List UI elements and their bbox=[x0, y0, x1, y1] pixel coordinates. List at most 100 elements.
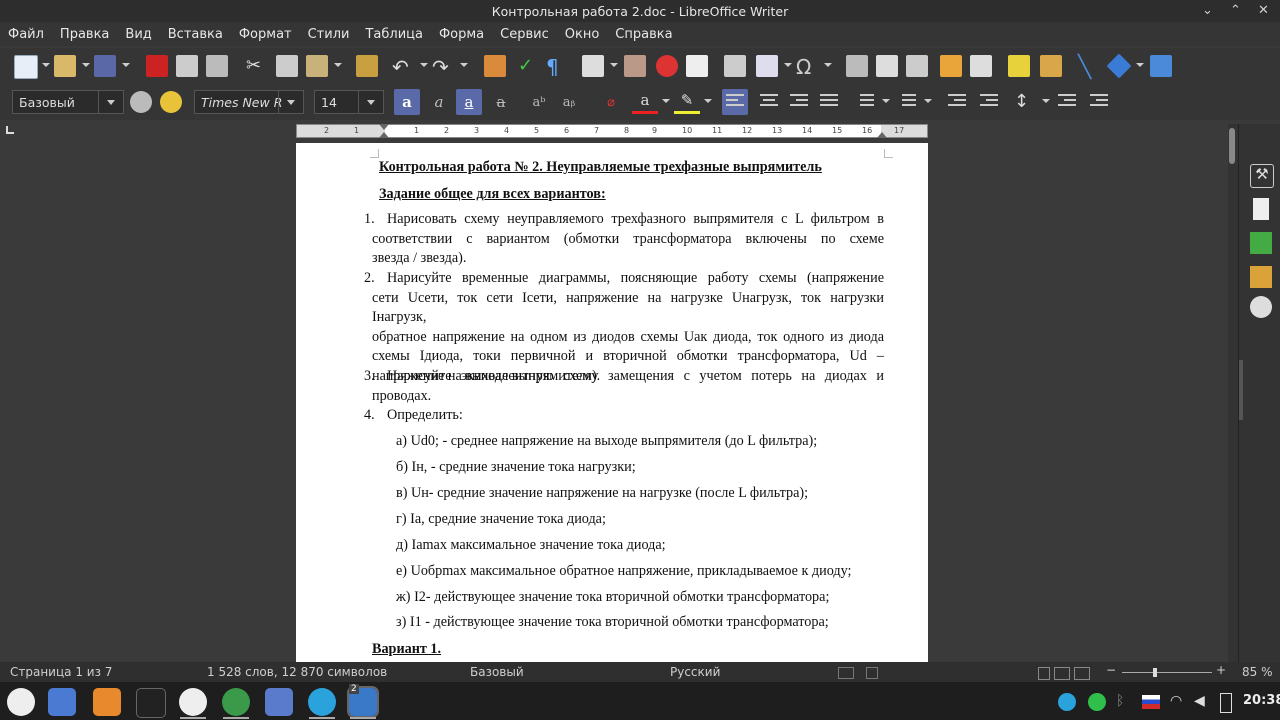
sidebar-collapse-handle[interactable] bbox=[1239, 360, 1243, 420]
show-desktop-icon[interactable] bbox=[48, 688, 76, 716]
scrollbar-thumb[interactable] bbox=[1229, 128, 1235, 164]
clear-formatting-button[interactable]: ⌀ bbox=[598, 89, 624, 115]
app-launcher-icon[interactable] bbox=[93, 688, 121, 716]
menu-window[interactable]: Окно bbox=[557, 27, 608, 42]
insert-line-icon[interactable]: ╲ bbox=[1078, 55, 1100, 80]
hyperlink-icon[interactable] bbox=[846, 55, 868, 77]
menu-help[interactable]: Справка bbox=[607, 27, 680, 42]
left-indent-marker[interactable] bbox=[379, 132, 389, 138]
undo-icon[interactable]: ↶ bbox=[392, 55, 414, 79]
telegram-icon[interactable] bbox=[308, 688, 336, 716]
special-character-icon[interactable]: Ω bbox=[796, 55, 818, 79]
line-spacing-dropdown-icon[interactable] bbox=[1042, 99, 1050, 103]
open-dropdown-icon[interactable] bbox=[82, 63, 90, 67]
mint-menu-icon[interactable] bbox=[7, 688, 35, 716]
decrease-indent-icon[interactable] bbox=[980, 94, 998, 110]
bluetooth-icon[interactable]: ᛒ bbox=[1116, 693, 1134, 711]
document-area[interactable]: Контрольная работа № 2. Неуправляемые тр… bbox=[0, 140, 1228, 662]
chevron-down-icon[interactable] bbox=[98, 91, 123, 113]
draw-functions-icon[interactable] bbox=[1150, 55, 1172, 77]
zoom-slider[interactable] bbox=[1122, 668, 1212, 677]
bookmark-icon[interactable] bbox=[940, 55, 962, 77]
tab-stop-icon[interactable] bbox=[6, 126, 14, 134]
paragraph-style-select[interactable]: Базовый bbox=[12, 90, 124, 114]
decrease-paragraph-spacing-icon[interactable] bbox=[1090, 94, 1108, 110]
increase-paragraph-spacing-icon[interactable] bbox=[1058, 94, 1076, 110]
menu-table[interactable]: Таблица bbox=[357, 27, 431, 42]
align-left-button[interactable] bbox=[722, 89, 748, 115]
new-style-icon[interactable] bbox=[160, 91, 182, 113]
cross-reference-icon[interactable] bbox=[970, 55, 992, 77]
chrome-icon[interactable] bbox=[222, 688, 250, 716]
styles-icon[interactable] bbox=[1250, 232, 1272, 254]
redo-icon[interactable]: ↷ bbox=[432, 55, 454, 79]
menu-tools[interactable]: Сервис bbox=[492, 27, 557, 42]
insert-image-icon[interactable] bbox=[624, 55, 646, 77]
first-line-indent-marker[interactable] bbox=[379, 124, 389, 130]
menu-styles[interactable]: Стили bbox=[300, 27, 358, 42]
menu-edit[interactable]: Правка bbox=[52, 27, 117, 42]
save-icon[interactable] bbox=[94, 55, 116, 77]
insert-field-icon[interactable] bbox=[756, 55, 778, 77]
zoom-level[interactable]: 85 % bbox=[1242, 665, 1273, 679]
font-color-button[interactable]: a bbox=[632, 89, 658, 114]
menu-form[interactable]: Форма bbox=[431, 27, 492, 42]
menu-format[interactable]: Формат bbox=[231, 27, 300, 42]
book-view-icon[interactable] bbox=[1074, 667, 1090, 680]
undo-dropdown-icon[interactable] bbox=[420, 63, 428, 67]
wifi-icon[interactable]: ◠ bbox=[1170, 693, 1188, 711]
selection-mode-icon[interactable] bbox=[838, 667, 854, 679]
bold-button[interactable]: a bbox=[394, 89, 420, 115]
export-pdf-icon[interactable] bbox=[146, 55, 168, 77]
footnote-icon[interactable] bbox=[876, 55, 898, 77]
navigator-icon[interactable] bbox=[1250, 296, 1272, 318]
chevron-down-icon[interactable] bbox=[358, 91, 383, 113]
battery-icon[interactable] bbox=[1220, 693, 1232, 713]
page-icon[interactable] bbox=[1253, 198, 1269, 220]
print-icon[interactable] bbox=[176, 55, 198, 77]
font-size-select[interactable]: 14 bbox=[314, 90, 384, 114]
find-replace-icon[interactable] bbox=[484, 55, 506, 77]
new-dropdown-icon[interactable] bbox=[42, 63, 50, 67]
track-changes-icon[interactable] bbox=[1040, 55, 1062, 77]
formatting-marks-icon[interactable]: ¶ bbox=[546, 55, 568, 79]
ordered-list-dropdown-icon[interactable] bbox=[924, 99, 932, 103]
menu-file[interactable]: Файл bbox=[0, 27, 52, 42]
highlight-button[interactable]: ✎ bbox=[674, 89, 700, 114]
minimize-icon[interactable]: ⌄ bbox=[1202, 3, 1213, 18]
print-preview-icon[interactable] bbox=[206, 55, 228, 77]
cut-icon[interactable]: ✂ bbox=[246, 55, 268, 77]
zoom-slider-knob[interactable] bbox=[1153, 668, 1157, 677]
single-page-view-icon[interactable] bbox=[1038, 667, 1050, 680]
insert-page-break-icon[interactable] bbox=[724, 55, 746, 77]
clock[interactable]: 20:38 bbox=[1243, 693, 1280, 708]
field-dropdown-icon[interactable] bbox=[784, 63, 792, 67]
copy-icon[interactable] bbox=[276, 55, 298, 77]
document-modified-icon[interactable] bbox=[866, 667, 878, 679]
line-spacing-icon[interactable]: ↕ bbox=[1014, 91, 1036, 113]
whatsapp-tray-icon[interactable] bbox=[1088, 693, 1106, 711]
align-justify-icon[interactable] bbox=[820, 94, 838, 110]
increase-indent-icon[interactable] bbox=[948, 94, 966, 110]
redo-dropdown-icon[interactable] bbox=[460, 63, 468, 67]
font-name-select[interactable]: Times New R bbox=[194, 90, 304, 114]
insert-table-icon[interactable] bbox=[582, 55, 604, 77]
ordered-list-icon[interactable] bbox=[898, 94, 916, 110]
align-center-icon[interactable] bbox=[760, 94, 778, 110]
font-color-dropdown-icon[interactable] bbox=[662, 99, 670, 103]
insert-textbox-icon[interactable] bbox=[686, 55, 708, 77]
align-right-icon[interactable] bbox=[790, 94, 808, 110]
keyboard-layout-icon[interactable] bbox=[1142, 695, 1160, 709]
highlight-dropdown-icon[interactable] bbox=[704, 99, 712, 103]
zoom-out-icon[interactable]: − bbox=[1106, 663, 1116, 677]
yandex-browser-icon[interactable] bbox=[179, 688, 207, 716]
save-dropdown-icon[interactable] bbox=[122, 63, 130, 67]
strikethrough-button[interactable]: a bbox=[488, 89, 514, 115]
subscript-button[interactable]: aᵦ bbox=[556, 89, 582, 115]
spellcheck-icon[interactable]: ✓ bbox=[518, 55, 540, 77]
menu-insert[interactable]: Вставка bbox=[160, 27, 231, 42]
properties-icon[interactable]: ⚒ bbox=[1250, 164, 1274, 188]
gallery-icon[interactable] bbox=[1250, 266, 1272, 288]
shapes-dropdown-icon[interactable] bbox=[1136, 63, 1144, 67]
paste-dropdown-icon[interactable] bbox=[334, 63, 342, 67]
